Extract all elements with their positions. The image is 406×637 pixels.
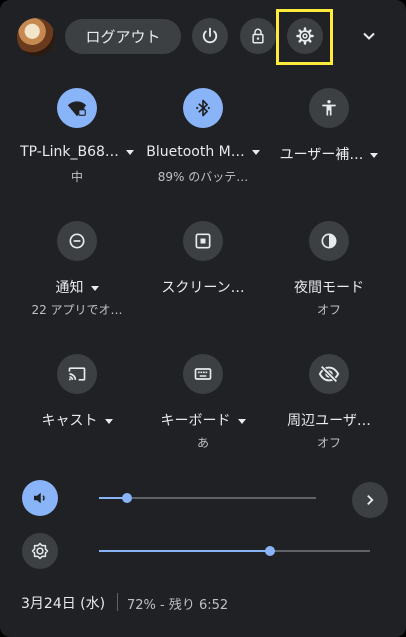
dropdown-caret-icon[interactable] — [237, 418, 246, 424]
settings-highlight-box — [276, 9, 333, 65]
dropdown-caret-icon[interactable] — [251, 149, 260, 155]
tile-wifi[interactable]: TP-Link_B68… 中 — [14, 88, 140, 198]
volume-thumb[interactable] — [122, 493, 133, 503]
tile-label: 夜間モード — [294, 280, 364, 296]
tile-label: キーボード — [140, 410, 266, 430]
volume-slider[interactable] — [99, 493, 316, 503]
brightness-fill — [99, 550, 270, 552]
dropdown-caret-icon[interactable] — [104, 418, 113, 424]
nearby-visibility-off-icon[interactable] — [309, 354, 349, 394]
tile-label: 周辺ユーザ… — [287, 413, 371, 429]
tile-sublabel: 89% のバッテ… — [157, 170, 249, 184]
tile-cast[interactable]: キャスト — [14, 354, 140, 464]
tile-sublabel: オフ — [316, 303, 341, 317]
notifications-icon[interactable] — [57, 221, 97, 261]
tile-label: Bluetooth M… — [140, 144, 266, 160]
power-button[interactable] — [192, 18, 228, 54]
dropdown-caret-icon[interactable] — [125, 149, 134, 155]
volume-icon — [34, 492, 45, 504]
tile-sublabel: 中 — [70, 170, 83, 184]
dropdown-caret-icon[interactable] — [370, 152, 379, 158]
bluetooth-icon[interactable] — [183, 88, 223, 128]
date-label[interactable]: 3月24日 (水) — [21, 593, 105, 613]
night-light-icon[interactable] — [309, 221, 349, 261]
tile-screen-capture[interactable]: スクリーン… — [140, 221, 266, 331]
brightness-button[interactable] — [22, 533, 58, 569]
keyboard-icon[interactable] — [183, 354, 223, 394]
cast-icon[interactable] — [57, 354, 97, 394]
tile-label: スクリーン… — [161, 280, 245, 296]
tile-night-light[interactable]: 夜間モード オフ — [266, 221, 392, 331]
tile-nearby-visibility[interactable]: 周辺ユーザ… オフ — [266, 354, 392, 464]
dropdown-caret-icon[interactable] — [90, 285, 99, 291]
quick-settings-panel: ログアウト TP-Link_B68… 中 Bluetooth M… 89% のバ… — [0, 0, 406, 637]
tile-sublabel: オフ — [316, 436, 341, 450]
brightness-thumb[interactable] — [264, 546, 275, 556]
tile-label: キャスト — [14, 410, 140, 430]
lock-icon — [252, 28, 264, 44]
power-icon — [202, 27, 218, 44]
tile-accessibility[interactable]: ユーザー補… — [266, 88, 392, 198]
tile-label: TP-Link_B68… — [14, 144, 140, 160]
accessibility-icon[interactable] — [309, 88, 349, 128]
brightness-slider[interactable] — [99, 546, 370, 556]
tile-sublabel: あ — [196, 436, 209, 450]
audio-settings-button[interactable] — [352, 482, 388, 518]
footer-divider — [117, 593, 118, 611]
lock-button[interactable] — [240, 18, 276, 54]
chevron-right-icon — [367, 494, 374, 506]
collapse-button[interactable] — [355, 22, 383, 50]
wifi-lock-icon[interactable] — [57, 88, 97, 128]
tile-label: 通知 — [14, 277, 140, 297]
tile-keyboard[interactable]: キーボード あ — [140, 354, 266, 464]
mute-toggle-button[interactable] — [22, 480, 58, 516]
chevron-down-icon — [363, 32, 375, 40]
tile-label: ユーザー補… — [266, 144, 392, 164]
tile-notifications[interactable]: 通知 22 アプリでオ… — [14, 221, 140, 331]
logout-button[interactable]: ログアウト — [65, 19, 181, 54]
tile-bluetooth[interactable]: Bluetooth M… 89% のバッテ… — [140, 88, 266, 198]
battery-status[interactable]: 72% - 残り 6:52 — [127, 594, 228, 613]
tile-sublabel: 22 アプリでオ… — [31, 303, 123, 317]
user-avatar[interactable] — [17, 18, 55, 56]
screen-capture-icon[interactable] — [183, 221, 223, 261]
brightness-icon — [31, 542, 49, 560]
